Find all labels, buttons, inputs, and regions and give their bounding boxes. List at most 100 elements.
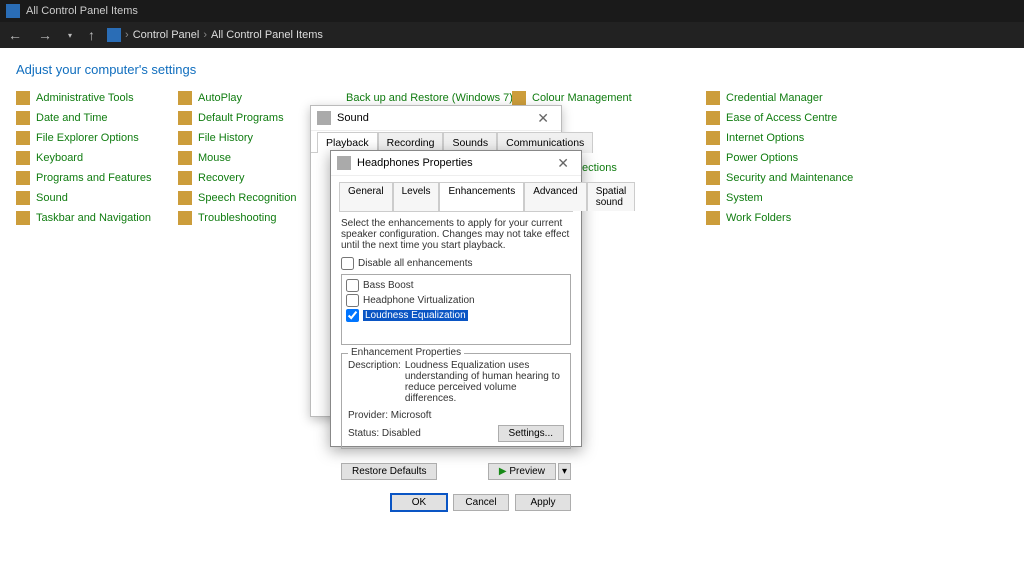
cp-item[interactable]: Taskbar and Navigation <box>16 211 166 225</box>
separator-icon: › <box>125 29 129 41</box>
cp-item[interactable]: Credential Manager <box>706 91 856 105</box>
taskbar-icon <box>16 211 30 225</box>
cp-item[interactable]: Date and Time <box>16 111 166 125</box>
preview-button[interactable]: ▶ Preview <box>488 463 556 480</box>
date-time-icon <box>16 111 30 125</box>
cp-item[interactable]: File History <box>178 131 328 145</box>
internet-icon <box>706 131 720 145</box>
security-icon <box>706 171 720 185</box>
hp-footer: Restore Defaults ▶ Preview ▾ <box>331 455 581 488</box>
tab-general[interactable]: General <box>339 182 393 211</box>
up-button[interactable]: ↑ <box>84 27 99 43</box>
mouse-icon <box>178 151 192 165</box>
cp-item[interactable]: Administrative Tools <box>16 91 166 105</box>
cp-item[interactable]: Ease of Access Centre <box>706 111 856 125</box>
close-icon[interactable]: ✕ <box>531 110 555 127</box>
breadcrumb-root[interactable]: Control Panel <box>133 29 200 41</box>
cp-item[interactable]: Recovery <box>178 171 328 185</box>
cp-item[interactable]: Internet Options <box>706 131 856 145</box>
system-icon <box>706 191 720 205</box>
cp-item[interactable]: AutoPlay <box>178 91 328 105</box>
cp-item[interactable]: Keyboard <box>16 151 166 165</box>
hp-body: Select the enhancements to apply for you… <box>331 212 581 455</box>
cancel-button[interactable]: Cancel <box>453 494 509 511</box>
default-programs-icon <box>178 111 192 125</box>
recent-dropdown[interactable]: ▾ <box>64 31 76 40</box>
separator-icon: › <box>203 29 207 41</box>
forward-button[interactable]: → <box>34 27 56 43</box>
enhancements-list: Bass Boost Headphone Virtualization Loud… <box>341 274 571 345</box>
keyboard-icon <box>16 151 30 165</box>
cp-item[interactable]: System <box>706 191 856 205</box>
hp-dialog-buttons: OK Cancel Apply <box>331 488 581 517</box>
ok-button[interactable]: OK <box>391 494 447 511</box>
troubleshoot-icon <box>178 211 192 225</box>
power-icon <box>706 151 720 165</box>
cp-item[interactable]: Mouse <box>178 151 328 165</box>
breadcrumb[interactable]: › Control Panel › All Control Panel Item… <box>107 28 323 42</box>
col-2: AutoPlay Default Programs File History M… <box>178 91 328 225</box>
props-label: Enhancement Properties <box>348 347 464 358</box>
headphones-icon <box>337 156 351 170</box>
tab-advanced[interactable]: Advanced <box>524 182 586 211</box>
file-explorer-options-icon <box>16 131 30 145</box>
sound-dialog-icon <box>317 111 331 125</box>
cp-item[interactable]: Security and Maintenance <box>706 171 856 185</box>
tab-spatial[interactable]: Spatial sound <box>587 182 636 211</box>
back-button[interactable]: ← <box>4 27 26 43</box>
control-panel-icon <box>107 28 121 42</box>
cp-item[interactable]: Programs and Features <box>16 171 166 185</box>
cp-item[interactable]: Work Folders <box>706 211 856 225</box>
hp-instruction: Select the enhancements to apply for you… <box>341 218 571 251</box>
headphones-properties-dialog: Headphones Properties ✕ General Levels E… <box>330 150 582 447</box>
enhancement-properties: Enhancement Properties Description: Loud… <box>341 353 571 449</box>
credential-icon <box>706 91 720 105</box>
hp-tabs: General Levels Enhancements Advanced Spa… <box>331 176 581 211</box>
preview-dropdown[interactable]: ▾ <box>558 463 571 480</box>
cp-item[interactable]: Troubleshooting <box>178 211 328 225</box>
autoplay-icon <box>178 91 192 105</box>
cp-item[interactable]: File Explorer Options <box>16 131 166 145</box>
headphone-virtualization-checkbox[interactable]: Headphone Virtualization <box>346 294 566 307</box>
breadcrumb-current[interactable]: All Control Panel Items <box>211 29 323 41</box>
close-icon[interactable]: ✕ <box>551 155 575 172</box>
file-history-icon <box>178 131 192 145</box>
sound-dialog-titlebar[interactable]: Sound ✕ <box>311 106 561 131</box>
programs-features-icon <box>16 171 30 185</box>
cp-item[interactable]: Back up and Restore (Windows 7) <box>340 91 500 105</box>
explorer-navbar: ← → ▾ ↑ › Control Panel › All Control Pa… <box>0 22 1024 48</box>
app-icon <box>6 4 20 18</box>
play-icon: ▶ <box>499 466 507 477</box>
ease-access-icon <box>706 111 720 125</box>
sound-icon <box>16 191 30 205</box>
speech-icon <box>178 191 192 205</box>
cp-item[interactable]: Power Options <box>706 151 856 165</box>
sound-dialog-title: Sound <box>337 112 369 124</box>
status-label: Status: <box>348 428 379 439</box>
cp-item[interactable]: Colour Management <box>512 91 662 105</box>
cp-item-partial[interactable]: ections <box>582 162 617 174</box>
tab-enhancements[interactable]: Enhancements <box>439 182 524 211</box>
col-5: Credential Manager Ease of Access Centre… <box>706 91 856 225</box>
status-value: Disabled <box>382 428 421 439</box>
provider-value: Microsoft <box>391 410 432 421</box>
cp-item[interactable]: Default Programs <box>178 111 328 125</box>
apply-button[interactable]: Apply <box>515 494 571 511</box>
admin-tools-icon <box>16 91 30 105</box>
loudness-equalization-checkbox[interactable]: Loudness Equalization <box>346 309 566 322</box>
bass-boost-checkbox[interactable]: Bass Boost <box>346 279 566 292</box>
tab-levels[interactable]: Levels <box>393 182 440 211</box>
description-text: Loudness Equalization uses understanding… <box>405 360 564 404</box>
settings-button[interactable]: Settings... <box>498 425 564 442</box>
col-1: Administrative Tools Date and Time File … <box>16 91 166 225</box>
description-label: Description: <box>348 360 401 404</box>
provider-label: Provider: <box>348 410 388 421</box>
cp-item[interactable]: Sound <box>16 191 166 205</box>
hp-titlebar[interactable]: Headphones Properties ✕ <box>331 151 581 176</box>
restore-defaults-button[interactable]: Restore Defaults <box>341 463 437 480</box>
cp-item[interactable]: Speech Recognition <box>178 191 328 205</box>
page-title: Adjust your computer's settings <box>0 48 1024 91</box>
disable-all-checkbox[interactable]: Disable all enhancements <box>341 257 571 270</box>
hp-title: Headphones Properties <box>357 157 473 169</box>
work-folders-icon <box>706 211 720 225</box>
